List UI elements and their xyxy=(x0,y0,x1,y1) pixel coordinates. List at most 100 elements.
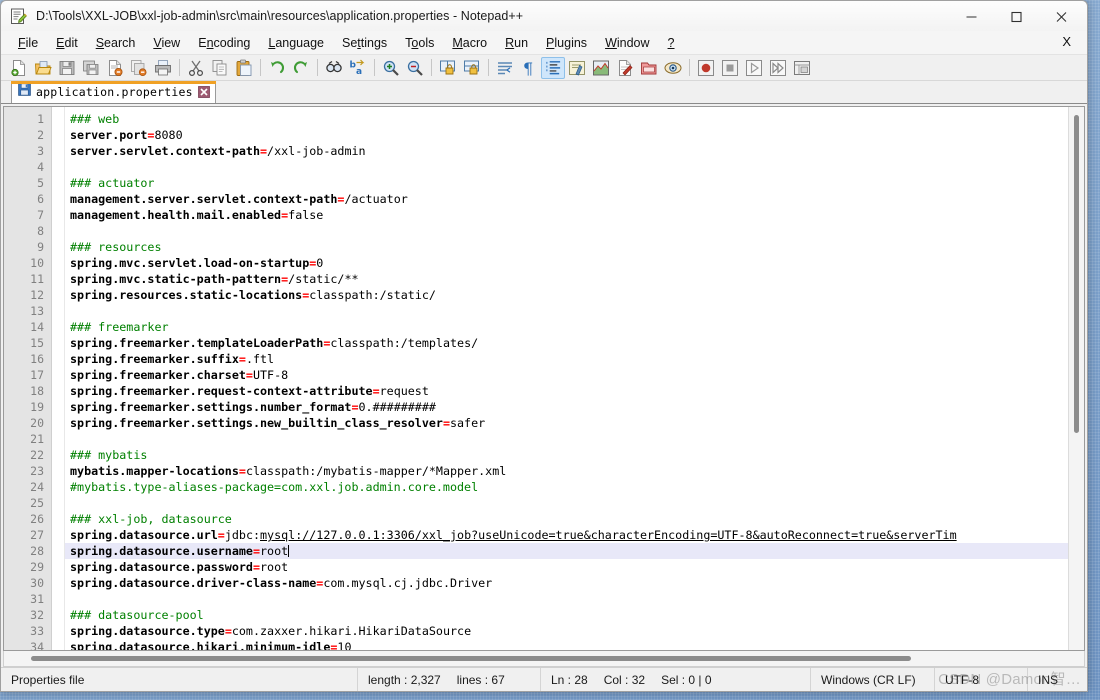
code-line[interactable]: spring.freemarker.request-context-attrib… xyxy=(65,383,1068,399)
code-line[interactable]: spring.freemarker.charset=UTF-8 xyxy=(65,367,1068,383)
code-line[interactable]: spring.datasource.username=root xyxy=(65,543,1068,559)
stop-recording-icon[interactable] xyxy=(718,57,742,79)
toolbar-separator xyxy=(260,59,261,76)
paste-icon[interactable] xyxy=(232,57,256,79)
run-macro-multiple-icon[interactable] xyxy=(766,57,790,79)
code-line[interactable]: server.servlet.context-path=/xxl-job-adm… xyxy=(65,143,1068,159)
line-number: 1 xyxy=(4,111,51,127)
code-line[interactable]: ### freemarker xyxy=(65,319,1068,335)
code-line[interactable]: mybatis.mapper-locations=classpath:/myba… xyxy=(65,463,1068,479)
notepad-plus-plus-icon xyxy=(10,8,27,25)
code-line[interactable]: ### actuator xyxy=(65,175,1068,191)
menu-encoding[interactable]: Encoding xyxy=(189,32,259,54)
zoom-in-icon[interactable] xyxy=(379,57,403,79)
code-line[interactable] xyxy=(65,495,1068,511)
sync-horizontal-scroll-icon[interactable] xyxy=(460,57,484,79)
code-line[interactable] xyxy=(65,591,1068,607)
menu-run[interactable]: Run xyxy=(496,32,537,54)
menu-edit[interactable]: Edit xyxy=(47,32,87,54)
find-icon[interactable] xyxy=(322,57,346,79)
code-line[interactable]: spring.datasource.hikari.minimum-idle=10 xyxy=(65,639,1068,650)
fold-margin[interactable] xyxy=(52,107,65,650)
code-line[interactable]: spring.datasource.password=root xyxy=(65,559,1068,575)
replace-icon[interactable]: b a xyxy=(346,57,370,79)
user-defined-language-icon[interactable] xyxy=(565,57,589,79)
open-file-icon[interactable] xyxy=(31,57,55,79)
code-line[interactable] xyxy=(65,431,1068,447)
cut-icon[interactable] xyxy=(184,57,208,79)
menu-settings[interactable]: Settings xyxy=(333,32,396,54)
show-indent-guide-icon[interactable] xyxy=(541,57,565,79)
tab-application-properties[interactable]: application.properties xyxy=(11,81,216,103)
code-line[interactable]: ### web xyxy=(65,111,1068,127)
vertical-scrollbar[interactable] xyxy=(1068,107,1084,650)
folder-as-workspace-icon[interactable] xyxy=(637,57,661,79)
copy-icon[interactable] xyxy=(208,57,232,79)
save-icon[interactable] xyxy=(55,57,79,79)
code-line[interactable] xyxy=(65,303,1068,319)
code-line[interactable]: spring.freemarker.suffix=.ftl xyxy=(65,351,1068,367)
menu-language[interactable]: Language xyxy=(259,32,333,54)
code-line[interactable]: spring.resources.static-locations=classp… xyxy=(65,287,1068,303)
print-icon[interactable] xyxy=(151,57,175,79)
menu-tools[interactable]: Tools xyxy=(396,32,443,54)
zoom-out-icon[interactable] xyxy=(403,57,427,79)
line-number: 5 xyxy=(4,175,51,191)
playback-macro-icon[interactable] xyxy=(742,57,766,79)
save-macro-icon[interactable] xyxy=(790,57,814,79)
menu-file[interactable]: File xyxy=(9,32,47,54)
word-wrap-icon[interactable] xyxy=(493,57,517,79)
menu-macro[interactable]: Macro xyxy=(443,32,496,54)
vertical-scrollbar-thumb[interactable] xyxy=(1074,115,1079,433)
new-file-icon[interactable] xyxy=(7,57,31,79)
show-document-map-icon[interactable] xyxy=(589,57,613,79)
code-line[interactable]: ### mybatis xyxy=(65,447,1068,463)
code-line[interactable]: spring.datasource.url=jdbc:mysql://127.0… xyxy=(65,527,1068,543)
code-line[interactable]: spring.freemarker.templateLoaderPath=cla… xyxy=(65,335,1068,351)
toolbar-separator xyxy=(179,59,180,76)
record-macro-icon[interactable] xyxy=(694,57,718,79)
code-line[interactable]: spring.mvc.servlet.load-on-startup=0 xyxy=(65,255,1068,271)
menu-window[interactable]: Window xyxy=(596,32,658,54)
minimize-button[interactable] xyxy=(949,1,994,31)
code-line[interactable]: spring.freemarker.settings.new_builtin_c… xyxy=(65,415,1068,431)
editor-area[interactable]: 1234567891011121314151617181920212223242… xyxy=(3,106,1085,651)
menu-search[interactable]: Search xyxy=(87,32,145,54)
code-line[interactable]: spring.freemarker.settings.number_format… xyxy=(65,399,1068,415)
code-line[interactable] xyxy=(65,223,1068,239)
horizontal-scrollbar-thumb[interactable] xyxy=(31,656,911,661)
show-all-characters-icon[interactable]: ¶ xyxy=(517,57,541,79)
code-line[interactable]: spring.mvc.static-path-pattern=/static/*… xyxy=(65,271,1068,287)
horizontal-scrollbar[interactable] xyxy=(3,651,1085,667)
redo-icon[interactable] xyxy=(289,57,313,79)
code-line[interactable]: ### xxl-job, datasource xyxy=(65,511,1068,527)
menu-plugins[interactable]: Plugins xyxy=(537,32,596,54)
line-number: 15 xyxy=(4,335,51,351)
maximize-button[interactable] xyxy=(994,1,1039,31)
sync-vertical-scroll-icon[interactable] xyxy=(436,57,460,79)
code-line[interactable]: server.port=8080 xyxy=(65,127,1068,143)
code-line[interactable]: #mybatis.type-aliases-package=com.xxl.jo… xyxy=(65,479,1068,495)
code-line[interactable]: management.health.mail.enabled=false xyxy=(65,207,1068,223)
close-button[interactable] xyxy=(1039,1,1084,31)
code-line[interactable]: spring.datasource.driver-class-name=com.… xyxy=(65,575,1068,591)
code-line[interactable]: ### resources xyxy=(65,239,1068,255)
monitoring-icon[interactable] xyxy=(661,57,685,79)
undo-icon[interactable] xyxy=(265,57,289,79)
menu-help[interactable]: ? xyxy=(659,32,684,54)
line-number: 2 xyxy=(4,127,51,143)
code-text-area[interactable]: ### webserver.port=8080server.servlet.co… xyxy=(65,107,1068,650)
status-ln: Ln : 28 xyxy=(551,673,588,687)
line-number: 8 xyxy=(4,223,51,239)
close-all-icon[interactable] xyxy=(127,57,151,79)
code-line[interactable]: spring.datasource.type=com.zaxxer.hikari… xyxy=(65,623,1068,639)
menu-view[interactable]: View xyxy=(144,32,189,54)
code-line[interactable]: ### datasource-pool xyxy=(65,607,1068,623)
code-line[interactable] xyxy=(65,159,1068,175)
close-document-button[interactable]: X xyxy=(1058,34,1075,49)
code-line[interactable]: management.server.servlet.context-path=/… xyxy=(65,191,1068,207)
close-tab-icon[interactable] xyxy=(198,86,210,98)
close-file-icon[interactable] xyxy=(103,57,127,79)
save-all-icon[interactable] xyxy=(79,57,103,79)
function-list-icon[interactable] xyxy=(613,57,637,79)
